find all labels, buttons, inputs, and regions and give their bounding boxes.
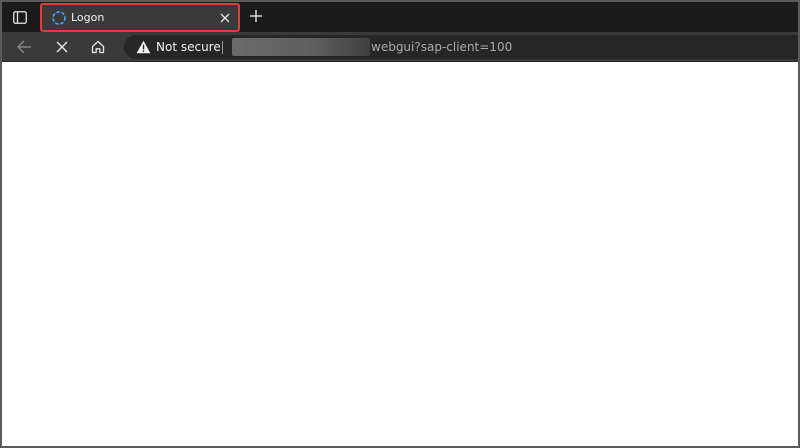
page-viewport [2, 62, 798, 446]
plus-icon[interactable] [246, 6, 266, 26]
security-status-label[interactable]: Not secure [156, 39, 221, 55]
address-separator [222, 41, 223, 54]
tab-strip: Logon [2, 2, 798, 32]
close-icon[interactable] [218, 11, 232, 25]
address-bar[interactable]: Not secure webgui?sap-client=100 [124, 35, 798, 59]
tab-actions-icon[interactable] [10, 8, 30, 26]
tab-title: Logon [71, 11, 105, 24]
tab-logon[interactable]: Logon [40, 3, 240, 32]
redacted-url-segment [232, 38, 370, 56]
navigation-toolbar: Not secure webgui?sap-client=100 [2, 32, 798, 62]
warning-icon[interactable] [136, 40, 151, 54]
back-arrow-icon[interactable] [12, 36, 36, 58]
loading-spinner-icon [52, 11, 66, 25]
stop-icon[interactable] [50, 36, 74, 58]
browser-window: Logon Not secure webgui?sap-client=100 [0, 0, 800, 448]
home-icon[interactable] [86, 36, 110, 58]
url-text[interactable]: webgui?sap-client=100 [371, 39, 512, 55]
